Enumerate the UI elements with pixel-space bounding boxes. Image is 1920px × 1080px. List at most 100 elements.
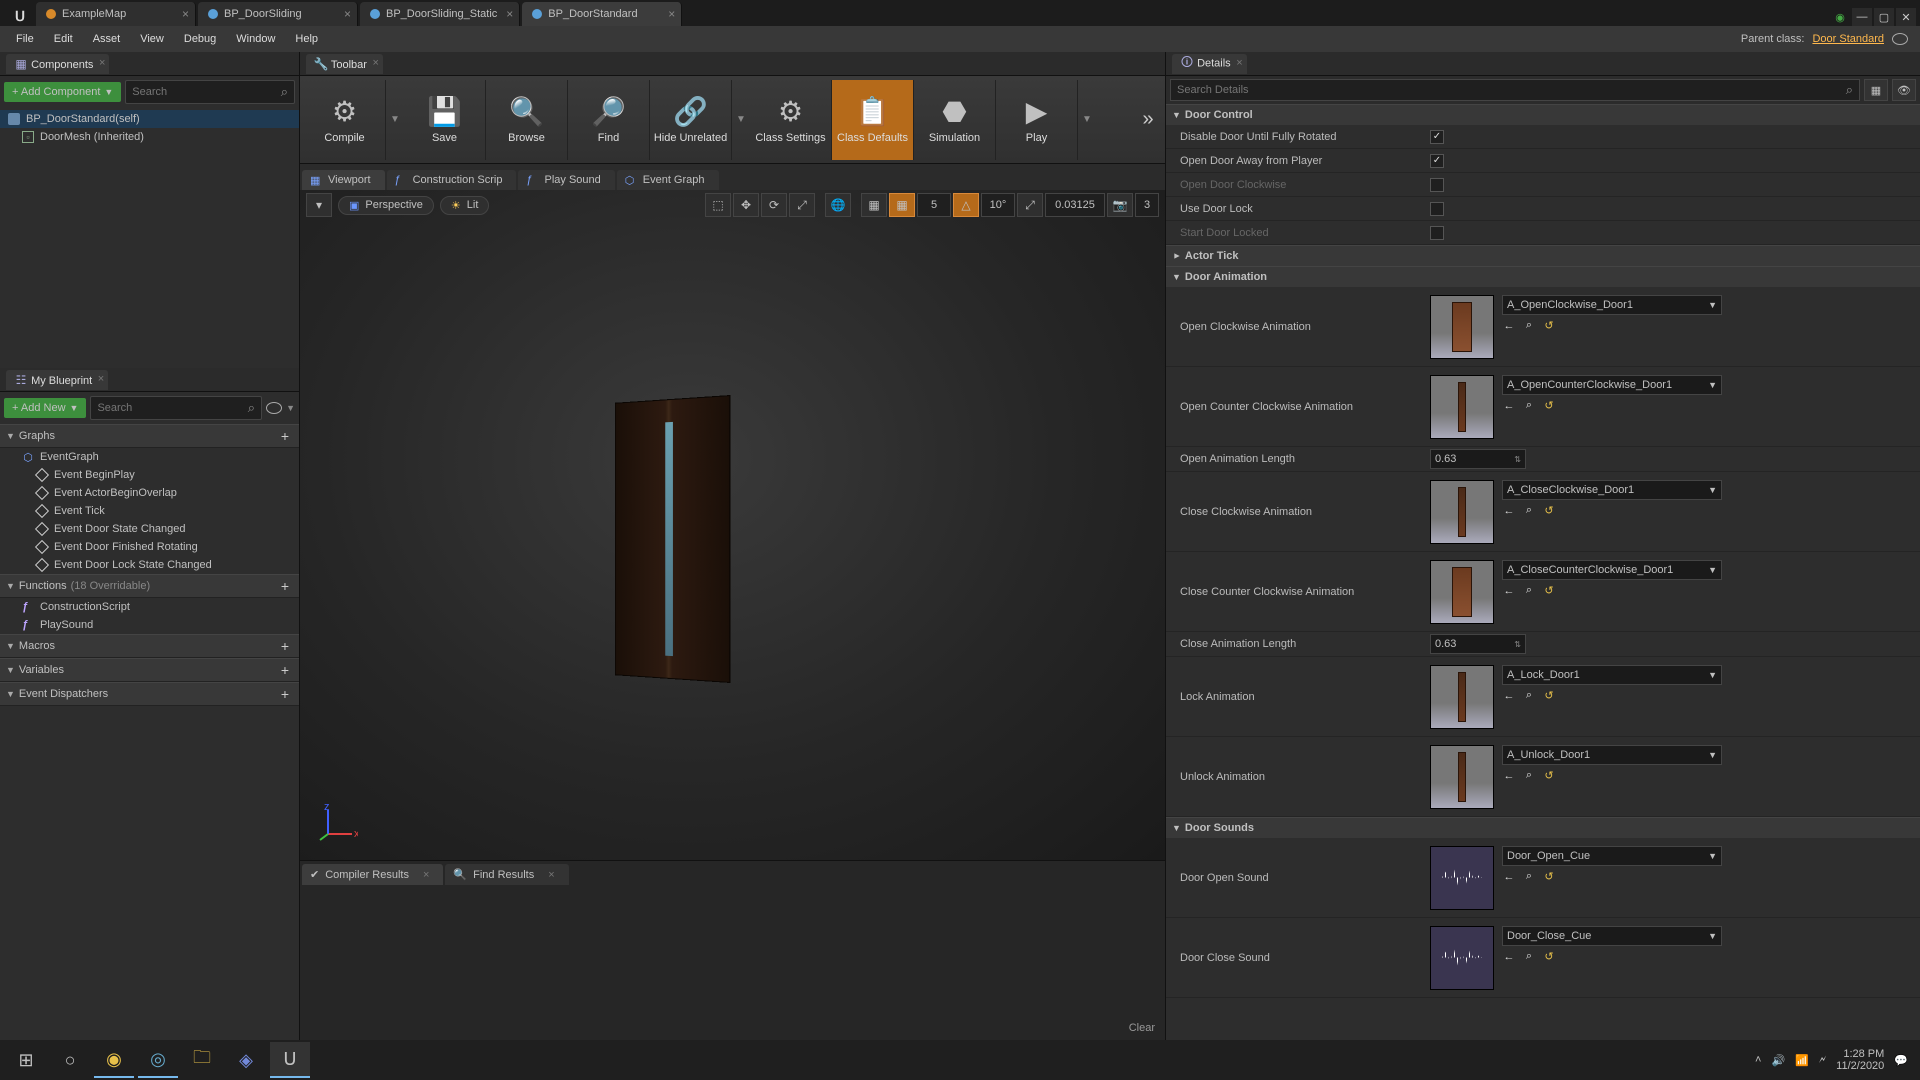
close-tab-icon[interactable]: × bbox=[668, 7, 675, 21]
reset-asset-icon[interactable]: ↺ bbox=[1542, 769, 1556, 783]
checkbox[interactable] bbox=[1430, 178, 1444, 192]
menu-item[interactable]: Edit bbox=[44, 29, 83, 49]
system-clock[interactable]: 1:28 PM 11/2/2020 bbox=[1836, 1048, 1884, 1072]
wifi-icon[interactable]: 📶 bbox=[1795, 1054, 1809, 1067]
asset-dropdown[interactable]: A_OpenClockwise_Door1▼ bbox=[1502, 295, 1722, 315]
use-selected-icon[interactable]: ← bbox=[1502, 319, 1516, 333]
toolbar-find-button[interactable]: 🔎Find bbox=[568, 80, 650, 160]
camera-speed-icon[interactable]: 📷 bbox=[1107, 193, 1133, 217]
results-tab[interactable]: ✔Compiler Results× bbox=[302, 864, 443, 885]
results-tab[interactable]: 🔍Find Results× bbox=[445, 864, 568, 885]
blueprint-section-header[interactable]: ▼Graphs+ bbox=[0, 424, 299, 448]
perspective-dropdown[interactable]: ▣Perspective bbox=[338, 196, 434, 215]
toolbar-browse-button[interactable]: 🔍Browse bbox=[486, 80, 568, 160]
file-explorer-icon[interactable]: 🗀 bbox=[182, 1042, 222, 1078]
lit-dropdown[interactable]: ☀Lit bbox=[440, 196, 490, 215]
toolbar-dropdown-caret[interactable]: ▼ bbox=[732, 114, 750, 125]
use-selected-icon[interactable]: ← bbox=[1502, 950, 1516, 964]
start-button[interactable]: ⊞ bbox=[6, 1042, 46, 1078]
view-options-icon[interactable] bbox=[266, 402, 282, 414]
blueprint-section-header[interactable]: ▼Event Dispatchers+ bbox=[0, 682, 299, 706]
view-options-icon[interactable]: 👁 bbox=[1892, 79, 1916, 101]
blueprint-item[interactable]: Event Door Lock State Changed bbox=[0, 556, 299, 574]
toolbar-simulation-button[interactable]: ⬣Simulation bbox=[914, 80, 996, 160]
chrome-icon[interactable]: ◉ bbox=[94, 1042, 134, 1078]
checkbox[interactable] bbox=[1430, 202, 1444, 216]
details-category-header[interactable]: ▼Actor Tick bbox=[1166, 245, 1920, 266]
details-category-header[interactable]: ▼Door Animation bbox=[1166, 266, 1920, 287]
file-tab[interactable]: BP_DoorSliding_Static× bbox=[360, 2, 520, 26]
camera-speed-value[interactable]: 3 bbox=[1135, 193, 1159, 217]
file-tab[interactable]: BP_DoorSliding× bbox=[198, 2, 358, 26]
toolbar-hide-unrelated-button[interactable]: 🔗Hide Unrelated bbox=[650, 80, 732, 160]
file-tab[interactable]: BP_DoorStandard× bbox=[522, 2, 682, 26]
close-tab-icon[interactable]: × bbox=[182, 7, 189, 21]
add-icon[interactable]: + bbox=[277, 578, 293, 594]
blueprint-item[interactable]: Event BeginPlay bbox=[0, 466, 299, 484]
visibility-icon[interactable] bbox=[1892, 33, 1908, 45]
asset-thumbnail[interactable] bbox=[1430, 745, 1494, 809]
minimize-button[interactable]: — bbox=[1852, 8, 1872, 26]
file-tab[interactable]: ExampleMap× bbox=[36, 2, 196, 26]
scale-mode-icon[interactable]: ⤢ bbox=[789, 193, 815, 217]
toolbar-dropdown-caret[interactable]: ▼ bbox=[1078, 114, 1096, 125]
coord-system-icon[interactable]: 🌐 bbox=[825, 193, 851, 217]
details-category-header[interactable]: ▼Door Sounds bbox=[1166, 817, 1920, 838]
perf-icon[interactable]: ◉ bbox=[1830, 8, 1850, 26]
toolbar-overflow-button[interactable]: » bbox=[1135, 108, 1161, 131]
subtab[interactable]: ƒConstruction Scrip bbox=[387, 170, 517, 190]
toolbar-dropdown-caret[interactable]: ▼ bbox=[386, 114, 404, 125]
menu-item[interactable]: Debug bbox=[174, 29, 226, 49]
reset-asset-icon[interactable]: ↺ bbox=[1542, 319, 1556, 333]
use-selected-icon[interactable]: ← bbox=[1502, 769, 1516, 783]
toolbar-class-defaults-button[interactable]: 📋Class Defaults bbox=[832, 80, 914, 160]
component-tree-item[interactable]: BP_DoorStandard(self) bbox=[0, 110, 299, 128]
asset-dropdown[interactable]: A_Lock_Door1▼ bbox=[1502, 665, 1722, 685]
close-tab-icon[interactable]: × bbox=[506, 7, 513, 21]
parent-class-link[interactable]: Door Standard bbox=[1812, 33, 1884, 45]
number-input[interactable]: 0.63⇅ bbox=[1430, 634, 1526, 654]
cortana-icon[interactable]: ○ bbox=[50, 1042, 90, 1078]
toolbar-play-button[interactable]: ▶Play bbox=[996, 80, 1078, 160]
details-category-header[interactable]: ▼Door Control bbox=[1166, 104, 1920, 125]
use-selected-icon[interactable]: ← bbox=[1502, 504, 1516, 518]
use-selected-icon[interactable]: ← bbox=[1502, 399, 1516, 413]
number-input[interactable]: 0.63⇅ bbox=[1430, 449, 1526, 469]
discord-icon[interactable]: ◈ bbox=[226, 1042, 266, 1078]
add-icon[interactable]: + bbox=[277, 428, 293, 444]
blueprint-item[interactable]: Event Door Finished Rotating bbox=[0, 538, 299, 556]
add-icon[interactable]: + bbox=[277, 638, 293, 654]
volume-icon[interactable]: 🔊 bbox=[1771, 1054, 1785, 1067]
browse-asset-icon[interactable]: ⌕ bbox=[1522, 870, 1536, 884]
browse-asset-icon[interactable]: ⌕ bbox=[1522, 399, 1536, 413]
reset-asset-icon[interactable]: ↺ bbox=[1542, 399, 1556, 413]
myblueprint-search[interactable]: ⌕ bbox=[90, 396, 262, 420]
blueprint-item[interactable]: Event Door State Changed bbox=[0, 520, 299, 538]
close-window-button[interactable]: ✕ bbox=[1896, 8, 1916, 26]
viewport-options-button[interactable]: ▾ bbox=[306, 193, 332, 217]
subtab[interactable]: ƒPlay Sound bbox=[518, 170, 614, 190]
blueprint-item[interactable]: ƒPlaySound bbox=[0, 616, 299, 634]
rotate-mode-icon[interactable]: ⟳ bbox=[761, 193, 787, 217]
toolbar-class-settings-button[interactable]: ⚙Class Settings bbox=[750, 80, 832, 160]
blueprint-section-header[interactable]: ▼Macros+ bbox=[0, 634, 299, 658]
add-new-button[interactable]: + Add New▼ bbox=[4, 398, 86, 418]
add-icon[interactable]: + bbox=[277, 686, 293, 702]
components-search[interactable]: ⌕ bbox=[125, 80, 295, 104]
use-selected-icon[interactable]: ← bbox=[1502, 689, 1516, 703]
use-selected-icon[interactable]: ← bbox=[1502, 870, 1516, 884]
blueprint-item[interactable]: Event ActorBeginOverlap bbox=[0, 484, 299, 502]
subtab[interactable]: ⬡Event Graph bbox=[617, 170, 719, 190]
angle-snap-value[interactable]: 10° bbox=[981, 193, 1015, 217]
toolbar-compile-button[interactable]: ⚙Compile bbox=[304, 80, 386, 160]
asset-thumbnail[interactable] bbox=[1430, 295, 1494, 359]
unreal-taskbar-icon[interactable]: 𝖴 bbox=[270, 1042, 310, 1078]
asset-thumbnail[interactable] bbox=[1430, 926, 1494, 990]
browse-asset-icon[interactable]: ⌕ bbox=[1522, 769, 1536, 783]
browse-asset-icon[interactable]: ⌕ bbox=[1522, 689, 1536, 703]
reset-asset-icon[interactable]: ↺ bbox=[1542, 950, 1556, 964]
browse-asset-icon[interactable]: ⌕ bbox=[1522, 319, 1536, 333]
add-icon[interactable]: + bbox=[277, 662, 293, 678]
menu-item[interactable]: Asset bbox=[83, 29, 131, 49]
tray-expand-icon[interactable]: ˄ bbox=[1755, 1054, 1761, 1066]
